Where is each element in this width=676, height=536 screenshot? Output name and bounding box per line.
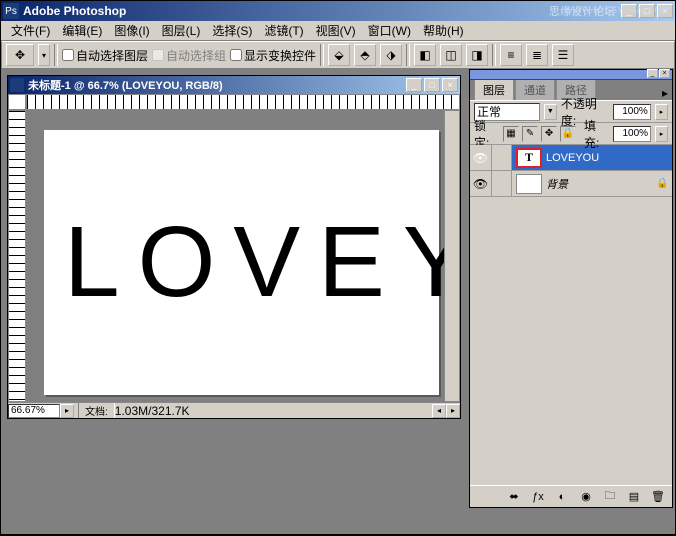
status-scroll-bar: ▸ 文档: 1.03M/321.7K ◂ ▸ bbox=[8, 402, 460, 418]
distribute-vcenter-icon[interactable]: ≣ bbox=[526, 44, 548, 66]
layers-panel: _ × 图层 通道 路径 ▸ 正常 ▼ 不透明度: bbox=[469, 69, 673, 508]
fill-arrow[interactable]: ▸ bbox=[655, 126, 668, 142]
document-icon bbox=[10, 78, 24, 92]
menu-filter[interactable]: 滤镜(T) bbox=[258, 20, 309, 41]
lock-pixels-icon[interactable]: ✎ bbox=[522, 126, 538, 142]
ruler-vertical[interactable] bbox=[8, 110, 26, 402]
align-right-icon[interactable]: ◨ bbox=[466, 44, 488, 66]
layer-style-icon[interactable]: ƒx bbox=[528, 488, 548, 506]
scroll-right-arrow[interactable]: ▸ bbox=[446, 404, 460, 418]
lock-icon: 🔒 bbox=[656, 178, 672, 189]
opacity-input[interactable] bbox=[613, 104, 651, 120]
menu-help[interactable]: 帮助(H) bbox=[417, 20, 470, 41]
menu-view[interactable]: 视图(V) bbox=[310, 20, 362, 41]
canvas-text-content: LOVEY bbox=[44, 205, 444, 320]
fill-input[interactable] bbox=[613, 126, 651, 142]
doc-maximize-button[interactable]: □ bbox=[424, 78, 440, 92]
layer-item[interactable]: 👁 T LOVEYOU bbox=[470, 145, 672, 171]
layer-name[interactable]: LOVEYOU bbox=[546, 152, 672, 164]
tab-layers[interactable]: 图层 bbox=[474, 79, 514, 100]
scrollbar-vertical[interactable] bbox=[444, 110, 460, 402]
workspace: 未标题-1 @ 66.7% (LOVEYOU, RGB/8) _ □ × LOV… bbox=[1, 69, 675, 474]
app-title: Adobe Photoshop bbox=[23, 4, 549, 18]
app-icon: Ps bbox=[3, 3, 19, 19]
panel-grip[interactable]: _ × bbox=[470, 70, 672, 80]
layer-thumbnail-text[interactable]: T bbox=[516, 148, 542, 168]
align-bottom-icon[interactable]: ⬗ bbox=[380, 44, 402, 66]
layer-name[interactable]: 背景 bbox=[546, 176, 656, 192]
menu-file[interactable]: 文件(F) bbox=[5, 20, 56, 41]
doc-minimize-button[interactable]: _ bbox=[406, 78, 422, 92]
panel-menu-button[interactable]: ▸ bbox=[658, 86, 672, 100]
file-info-label: 文档: bbox=[78, 403, 115, 418]
link-column[interactable] bbox=[492, 171, 512, 196]
watermark-url: WWW.MISSYUAN.COM bbox=[564, 5, 670, 15]
layer-item[interactable]: 👁 背景 🔒 bbox=[470, 171, 672, 197]
lock-transparency-icon[interactable]: ▦ bbox=[503, 126, 519, 142]
document-title: 未标题-1 @ 66.7% (LOVEYOU, RGB/8) bbox=[28, 77, 406, 93]
ruler-origin[interactable] bbox=[8, 94, 26, 110]
auto-select-layer-checkbox[interactable]: 自动选择图层 bbox=[62, 47, 148, 64]
align-left-icon[interactable]: ◧ bbox=[414, 44, 436, 66]
new-group-icon[interactable]: 🗀 bbox=[600, 488, 620, 506]
tab-channels[interactable]: 通道 bbox=[515, 79, 555, 100]
document-window[interactable]: 未标题-1 @ 66.7% (LOVEYOU, RGB/8) _ □ × LOV… bbox=[7, 75, 461, 419]
scroll-left-arrow[interactable]: ◂ bbox=[432, 404, 446, 418]
blend-mode-arrow[interactable]: ▼ bbox=[544, 104, 557, 120]
canvas-viewport[interactable]: LOVEY bbox=[26, 110, 444, 402]
tool-preset-dropdown[interactable]: ▾ bbox=[38, 44, 50, 66]
panel-close-button[interactable]: × bbox=[659, 69, 670, 78]
artboard[interactable]: LOVEY bbox=[44, 130, 439, 395]
menu-window[interactable]: 窗口(W) bbox=[362, 20, 417, 41]
ruler-horizontal[interactable] bbox=[26, 94, 460, 110]
adjustment-layer-icon[interactable]: ◉ bbox=[576, 488, 596, 506]
visibility-toggle[interactable]: 👁 bbox=[470, 145, 492, 170]
zoom-input[interactable] bbox=[8, 404, 60, 418]
link-column[interactable] bbox=[492, 145, 512, 170]
opacity-arrow[interactable]: ▸ bbox=[655, 104, 668, 120]
zoom-menu-arrow[interactable]: ▸ bbox=[60, 404, 74, 418]
show-transform-checkbox[interactable]: 显示变换控件 bbox=[230, 47, 316, 64]
auto-select-group-checkbox: 自动选择组 bbox=[152, 47, 226, 64]
distribute-top-icon[interactable]: ≡ bbox=[500, 44, 522, 66]
menu-select[interactable]: 选择(S) bbox=[206, 20, 258, 41]
new-layer-icon[interactable]: ▤ bbox=[624, 488, 644, 506]
doc-close-button[interactable]: × bbox=[442, 78, 458, 92]
layer-list: 👁 T LOVEYOU 👁 背景 🔒 bbox=[470, 145, 672, 485]
link-layers-icon[interactable]: ⬌ bbox=[504, 488, 524, 506]
menu-image[interactable]: 图像(I) bbox=[108, 20, 155, 41]
layer-thumbnail[interactable] bbox=[516, 174, 542, 194]
panel-minimize-button[interactable]: _ bbox=[647, 69, 658, 78]
lock-all-icon[interactable]: 🔒 bbox=[560, 126, 576, 142]
lock-position-icon[interactable]: ✥ bbox=[541, 126, 557, 142]
menubar: 文件(F) 编辑(E) 图像(I) 图层(L) 选择(S) 滤镜(T) 视图(V… bbox=[1, 21, 675, 41]
document-titlebar[interactable]: 未标题-1 @ 66.7% (LOVEYOU, RGB/8) _ □ × bbox=[8, 76, 460, 94]
distribute-bottom-icon[interactable]: ☰ bbox=[552, 44, 574, 66]
align-vcenter-icon[interactable]: ⬘ bbox=[354, 44, 376, 66]
menu-edit[interactable]: 编辑(E) bbox=[56, 20, 108, 41]
align-top-icon[interactable]: ⬙ bbox=[328, 44, 350, 66]
delete-layer-icon[interactable]: 🗑 bbox=[648, 488, 668, 506]
file-info-value: 1.03M/321.7K bbox=[115, 404, 190, 418]
options-bar: ✥ ▾ 自动选择图层 自动选择组 显示变换控件 ⬙ ⬘ ⬗ ◧ ◫ ◨ ≡ ≣ … bbox=[1, 41, 675, 69]
titlebar: Ps Adobe Photoshop 思缘设计论坛 WWW.MISSYUAN.C… bbox=[1, 1, 675, 21]
layer-mask-icon[interactable]: ◐ bbox=[552, 488, 572, 506]
visibility-toggle[interactable]: 👁 bbox=[470, 171, 492, 196]
align-hcenter-icon[interactable]: ◫ bbox=[440, 44, 462, 66]
menu-layer[interactable]: 图层(L) bbox=[156, 20, 207, 41]
fill-label: 填充: bbox=[584, 117, 609, 151]
move-tool-icon[interactable]: ✥ bbox=[6, 44, 34, 66]
